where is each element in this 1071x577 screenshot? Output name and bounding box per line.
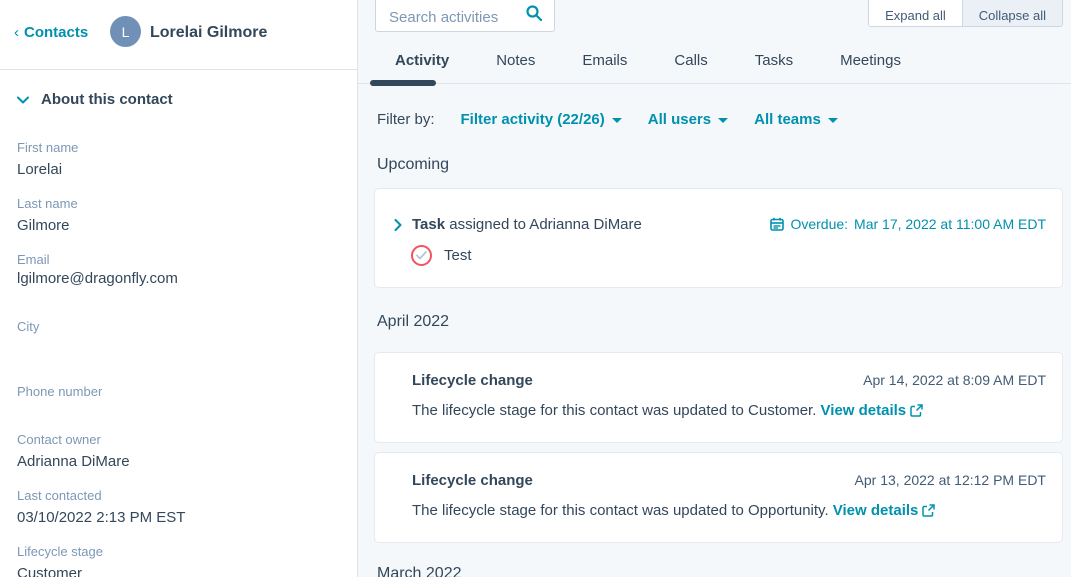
about-section-toggle[interactable]: About this contact	[17, 91, 340, 108]
tabs-row: Activity Notes Emails Calls Tasks Meetin…	[358, 47, 1071, 84]
task-due-label: Overdue:	[790, 216, 848, 232]
collapse-all-button[interactable]: Collapse all	[962, 0, 1062, 26]
event-body-text: The lifecycle stage for this contact was…	[412, 402, 816, 419]
timeline-event-card: Lifecycle change Apr 14, 2022 at 8:09 AM…	[374, 352, 1063, 443]
expand-all-button[interactable]: Expand all	[869, 0, 962, 26]
all-teams-label: All teams	[754, 111, 821, 128]
task-assigned-text: assigned to Adrianna DiMare	[449, 216, 642, 233]
upcoming-heading: Upcoming	[377, 156, 449, 174]
all-users-dropdown[interactable]: All users	[648, 111, 728, 128]
filter-row: Filter by: Filter activity (22/26) All u…	[377, 111, 838, 128]
task-status-icon[interactable]	[411, 245, 432, 266]
caret-down-icon	[828, 118, 838, 123]
tab-activity[interactable]: Activity	[395, 52, 449, 69]
field-value: Customer	[17, 563, 340, 577]
external-link-icon	[910, 404, 923, 417]
field-label: Contact owner	[17, 432, 340, 448]
field-value: Adrianna DiMare	[17, 451, 340, 472]
event-body: The lifecycle stage for this contact was…	[375, 489, 1062, 519]
tab-emails[interactable]: Emails	[582, 52, 627, 69]
field-first-name: First name Lorelai	[17, 140, 340, 180]
view-details-label: View details	[833, 502, 919, 519]
caret-down-icon	[718, 118, 728, 123]
contact-name: Lorelai Gilmore	[150, 24, 267, 42]
field-label: Lifecycle stage	[17, 544, 340, 560]
all-teams-dropdown[interactable]: All teams	[754, 111, 838, 128]
activity-panel: Expand all Collapse all Activity Notes E…	[358, 0, 1071, 577]
chevron-left-icon: ‹	[14, 24, 19, 41]
event-date: Apr 13, 2022 at 12:12 PM EDT	[855, 472, 1046, 489]
back-link-label: Contacts	[24, 24, 88, 41]
timeline-event-card: Lifecycle change Apr 13, 2022 at 12:12 P…	[374, 452, 1063, 543]
field-lifecycle-stage: Lifecycle stage Customer	[17, 544, 340, 577]
search-box	[375, 0, 555, 32]
field-value: 03/10/2022 2:13 PM EST	[17, 507, 340, 528]
contact-fields: First name Lorelai Last name Gilmore Ema…	[17, 140, 340, 577]
field-last-name: Last name Gilmore	[17, 196, 340, 236]
view-details-link[interactable]: View details	[833, 502, 936, 519]
avatar: L	[110, 16, 141, 47]
field-phone-number: Phone number	[17, 384, 340, 424]
tab-meetings[interactable]: Meetings	[840, 52, 901, 69]
task-card: Task assigned to Adrianna DiMare Overdue…	[374, 188, 1063, 288]
all-users-label: All users	[648, 111, 711, 128]
task-due-date-link[interactable]: Overdue: Mar 17, 2022 at 11:00 AM EDT	[770, 216, 1046, 232]
filter-by-label: Filter by:	[377, 111, 435, 128]
event-title: Lifecycle change	[412, 472, 533, 489]
chevron-down-icon	[17, 96, 29, 104]
field-label: Email	[17, 252, 340, 268]
field-value	[17, 403, 340, 424]
field-email: Email lgilmore@dragonfly.com	[17, 252, 340, 289]
month-heading-april: April 2022	[377, 313, 449, 331]
avatar-initial: L	[122, 24, 130, 40]
field-value: Gilmore	[17, 215, 340, 236]
chevron-right-icon[interactable]	[394, 219, 402, 231]
field-contact-owner: Contact owner Adrianna DiMare	[17, 432, 340, 472]
search-icon[interactable]	[526, 5, 542, 21]
caret-down-icon	[612, 118, 622, 123]
tab-notes[interactable]: Notes	[496, 52, 535, 69]
field-label: First name	[17, 140, 340, 156]
event-body-text: The lifecycle stage for this contact was…	[412, 502, 829, 519]
event-title: Lifecycle change	[412, 372, 533, 389]
search-input[interactable]	[376, 0, 514, 31]
task-type[interactable]: Task	[412, 216, 445, 233]
field-last-contacted: Last contacted 03/10/2022 2:13 PM EST	[17, 488, 340, 528]
back-to-contacts-link[interactable]: ‹ Contacts	[14, 24, 88, 41]
active-tab-indicator	[370, 80, 436, 86]
field-value: lgilmore@dragonfly.com	[17, 268, 340, 289]
expand-collapse-group: Expand all Collapse all	[868, 0, 1063, 27]
about-section: About this contact First name Lorelai La…	[0, 91, 357, 577]
external-link-icon	[922, 504, 935, 517]
task-due-date: Mar 17, 2022 at 11:00 AM EDT	[854, 216, 1046, 232]
event-date: Apr 14, 2022 at 8:09 AM EDT	[863, 372, 1046, 389]
month-heading-march: March 2022	[377, 565, 462, 577]
field-city: City	[17, 319, 340, 359]
tab-calls[interactable]: Calls	[674, 52, 707, 69]
view-details-label: View details	[821, 402, 907, 419]
event-body: The lifecycle stage for this contact was…	[375, 389, 1062, 419]
field-label: City	[17, 319, 340, 335]
field-value	[17, 338, 340, 359]
field-value: Lorelai	[17, 159, 340, 180]
sidebar-header: ‹ Contacts L Lorelai Gilmore	[0, 0, 357, 70]
tab-tasks[interactable]: Tasks	[755, 52, 793, 69]
about-section-title: About this contact	[41, 91, 173, 108]
calendar-icon	[770, 217, 784, 231]
view-details-link[interactable]: View details	[821, 402, 924, 419]
field-label: Last contacted	[17, 488, 340, 504]
filter-activity-dropdown[interactable]: Filter activity (22/26)	[461, 111, 622, 128]
field-label: Last name	[17, 196, 340, 212]
task-title[interactable]: Test	[444, 247, 472, 264]
field-label: Phone number	[17, 384, 340, 400]
filter-activity-label: Filter activity (22/26)	[461, 111, 605, 128]
contact-sidebar: ‹ Contacts L Lorelai Gilmore About this …	[0, 0, 358, 577]
check-icon	[416, 251, 427, 260]
